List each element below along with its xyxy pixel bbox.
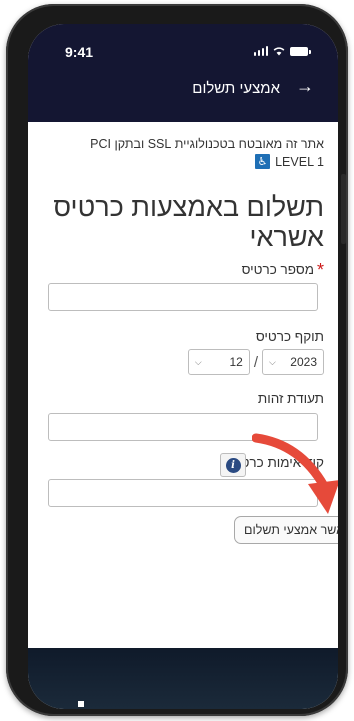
pci-level: ♿ LEVEL 1	[255, 154, 324, 169]
top-bar: 9:41 אמצעי תשלום →	[28, 24, 338, 122]
expiry-label: תוקף כרטיס	[255, 329, 324, 344]
status-time: 9:41	[65, 44, 94, 60]
bottom-background	[28, 648, 338, 709]
chevron-down-icon: ⌵	[269, 356, 276, 367]
accessibility-icon[interactable]: ♿	[255, 154, 271, 169]
security-note: אתר זה מאובטח בטכנולוגיית SSL ובתקן PCI	[90, 137, 324, 151]
expiry-selects: ⌵ 2023 / ⌵ 12	[187, 349, 324, 375]
side-button	[341, 174, 346, 244]
status-icons	[253, 46, 311, 56]
signal-icon	[253, 46, 268, 56]
chevron-down-icon: ⌵	[194, 356, 202, 367]
required-marker: *	[316, 260, 324, 280]
page-title: תשלום באמצעות כרטיס אשראי	[53, 192, 324, 252]
expiry-month-select[interactable]: ⌵ 12	[187, 349, 250, 375]
info-icon[interactable]: i	[220, 453, 246, 477]
nav-title: אמצעי תשלום	[192, 80, 280, 97]
confirm-payment-button[interactable]: אשר אמצעי תשלום	[234, 516, 338, 544]
home-indicator	[78, 701, 84, 707]
card-number-label: *מספר כרטיס	[241, 260, 324, 280]
wifi-icon	[273, 47, 285, 56]
battery-icon	[290, 47, 311, 56]
id-label: תעודת זהות	[257, 391, 324, 406]
red-arrow-icon	[252, 433, 338, 514]
back-arrow-icon[interactable]: →	[296, 76, 314, 97]
pci-level-text: LEVEL 1	[275, 154, 324, 169]
phone-screen: 9:41 אמצעי תשלום → אתר זה מאובטח בטכנולו…	[28, 24, 338, 709]
card-number-input[interactable]	[48, 283, 318, 311]
expiry-separator: /	[253, 353, 258, 371]
expiry-year-select[interactable]: ⌵ 2023	[262, 349, 324, 375]
